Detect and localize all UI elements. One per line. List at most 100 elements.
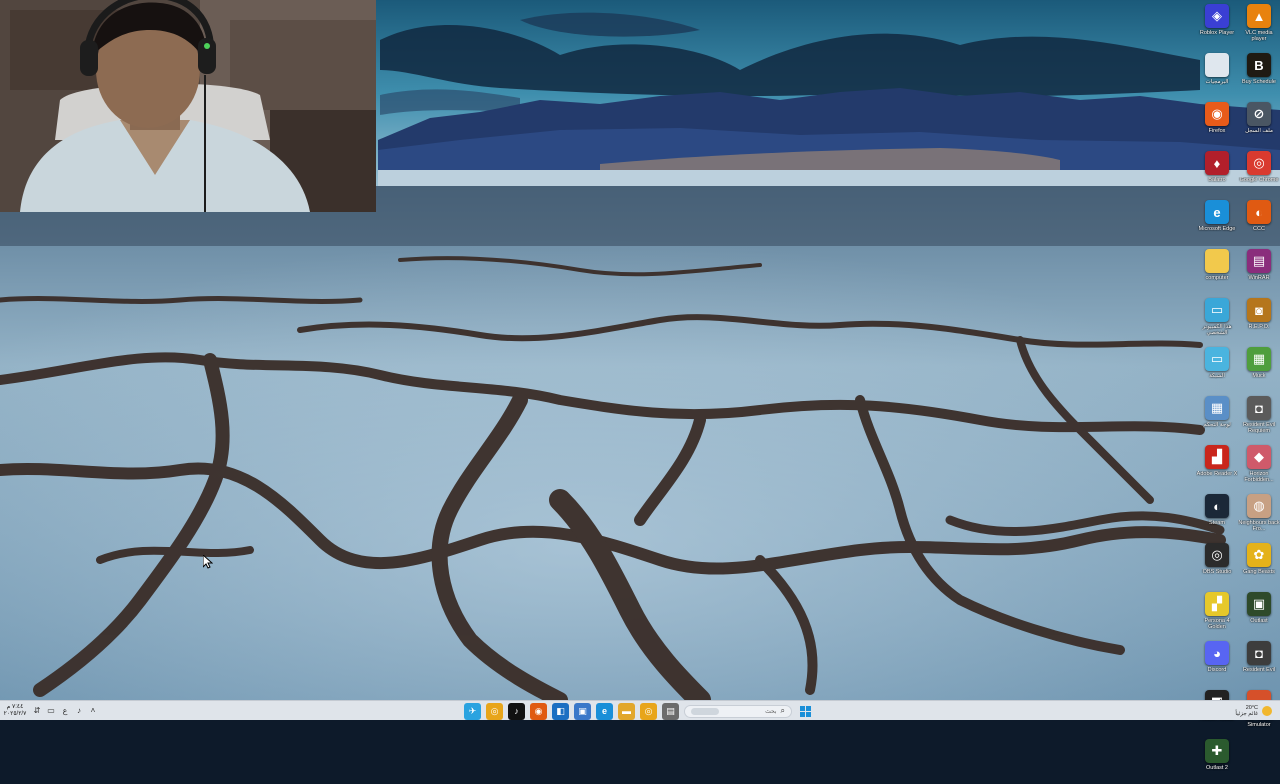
ccleaner-icon: ◐ bbox=[1247, 200, 1271, 224]
taskbar: ٧:٤٤ م ٢٠٢٥/٢/٧ ⇵ ▭ ع ♪ ˄ ✈ ◎ ♪ ◉ ◧ ▣ e ▬ ◎ ▤ بحث ⌕ 2… bbox=[0, 700, 1280, 720]
partly-cloudy-icon bbox=[1262, 706, 1272, 716]
desktop-icon-label: Adobe Reader X bbox=[1196, 471, 1238, 477]
desktop-icon[interactable]: ▲ VLC media player bbox=[1238, 0, 1280, 49]
winrar-icon: ▤ bbox=[1247, 249, 1271, 273]
this-pc-icon: ▭ bbox=[1205, 298, 1229, 322]
resident-evil-icon: ◘ bbox=[1247, 641, 1271, 665]
roblox-player-icon: ◈ bbox=[1205, 4, 1229, 28]
opera-icon[interactable]: ◉ bbox=[530, 702, 547, 720]
vlc-icon: ▲ bbox=[1247, 4, 1271, 28]
desktop-icon-label: Resident Evil bbox=[1242, 667, 1276, 673]
discord-icon: ◕ bbox=[1205, 641, 1229, 665]
chrome-taskbar-2-icon[interactable]: ◎ bbox=[640, 702, 657, 720]
network-icon: ▭ bbox=[1205, 347, 1229, 371]
desktop-icon-label: البرمجيات bbox=[1205, 79, 1229, 85]
clock-time: ٧:٤٤ م bbox=[6, 703, 24, 710]
game-b-icon: B bbox=[1247, 53, 1271, 77]
desktop-icon-label: Gang Beasts bbox=[1243, 569, 1275, 575]
desktop-icon[interactable]: ▭ الشبكة bbox=[1196, 343, 1238, 392]
desktop-icon-label: Google Chrome bbox=[1239, 177, 1279, 183]
desktop-icon[interactable]: ▟ Adobe Reader X bbox=[1196, 441, 1238, 490]
tiktok-icon[interactable]: ♪ bbox=[508, 702, 525, 720]
horizon-icon: ◆ bbox=[1247, 445, 1271, 469]
repo-icon: ◙ bbox=[1247, 298, 1271, 322]
steam-taskbar-icon[interactable]: ◧ bbox=[552, 702, 569, 720]
desktop-icon[interactable]: ▣ Outlast bbox=[1238, 588, 1280, 637]
muck-icon: ▦ bbox=[1247, 347, 1271, 371]
desktop-icon[interactable]: ▤ WinRAR bbox=[1238, 245, 1280, 294]
neighbours-icon: ◍ bbox=[1247, 494, 1271, 518]
language-tray-icon[interactable]: ع bbox=[59, 706, 71, 715]
desktop-icon-label: Neighbours back Fro... bbox=[1238, 520, 1280, 532]
system-tray: ٧:٤٤ م ٢٠٢٥/٢/٧ ⇵ ▭ ع ♪ ˄ bbox=[0, 701, 99, 721]
file-explorer-icon[interactable]: ▬ bbox=[618, 702, 635, 720]
start-button[interactable] bbox=[797, 703, 814, 720]
desktop-icon-label: OBS Studio bbox=[1202, 569, 1232, 575]
desktop-icon[interactable]: ♦ Balatro bbox=[1196, 147, 1238, 196]
desktop-icon[interactable]: ◎ OBS Studio bbox=[1196, 539, 1238, 588]
desktop-icon-label: WinRAR bbox=[1248, 275, 1270, 281]
taskbar-apps: ✈ ◎ ♪ ◉ ◧ ▣ e ▬ ◎ ▤ بحث ⌕ bbox=[464, 701, 814, 721]
desktop-icon-label: Steam bbox=[1209, 520, 1225, 526]
steam-icon: ◐ bbox=[1205, 494, 1229, 518]
telegram-icon[interactable]: ✈ bbox=[464, 702, 481, 720]
desktop-icon[interactable]: ◆ Horizon Forbidden... bbox=[1238, 441, 1280, 490]
chrome-taskbar-icon[interactable]: ◎ bbox=[486, 702, 503, 720]
search-highlight bbox=[691, 707, 719, 715]
desktop-icon[interactable]: ▦ لوحة التحكم bbox=[1196, 392, 1238, 441]
desktop-icon-grid: ◈ Roblox Player ▲ VLC media player البرمجيات… bbox=[1196, 0, 1280, 771]
desktop-icon-label: R.E.P.O. bbox=[1248, 324, 1270, 330]
weather-widget[interactable]: 20°C غائم جزئياً bbox=[1235, 701, 1272, 721]
search-box[interactable]: بحث ⌕ bbox=[684, 704, 792, 718]
battery-tray-icon[interactable]: ▭ bbox=[45, 706, 57, 715]
adobe-reader-icon: ▟ bbox=[1205, 445, 1229, 469]
desktop-icon-label: Microsoft Edge bbox=[1198, 226, 1236, 232]
weather-text: غائم جزئياً bbox=[1235, 711, 1258, 717]
desktop-icon-label: الشبكة bbox=[1209, 373, 1225, 379]
task-view-icon[interactable]: ▤ bbox=[662, 702, 679, 720]
chrome-icon: ◎ bbox=[1247, 151, 1271, 175]
volume-tray-icon[interactable]: ♪ bbox=[73, 706, 85, 715]
desktop-icon[interactable]: ◘ Resident Evil bbox=[1238, 637, 1280, 686]
desktop-icon[interactable]: ▭ هذا الكمبيوتر الشخصي bbox=[1196, 294, 1238, 343]
desktop-icon[interactable]: ◎ Google Chrome bbox=[1238, 147, 1280, 196]
desktop-icon[interactable]: ◘ Resident Evil Requiem bbox=[1238, 392, 1280, 441]
desktop-icon[interactable]: ⊘ ملف السجل bbox=[1238, 98, 1280, 147]
desktop-icon[interactable]: ▦ Muck bbox=[1238, 343, 1280, 392]
webcam-overlay bbox=[0, 0, 376, 212]
desktop-icon[interactable]: ◙ R.E.P.O. bbox=[1238, 294, 1280, 343]
tray-clock[interactable]: ٧:٤٤ م ٢٠٢٥/٢/٧ bbox=[3, 704, 27, 718]
balatro-icon: ♦ bbox=[1205, 151, 1229, 175]
desktop-icon[interactable]: ◕ Discord bbox=[1196, 637, 1238, 686]
desktop-icon[interactable]: computer bbox=[1196, 245, 1238, 294]
control-panel-icon: ▦ bbox=[1205, 396, 1229, 420]
windows-logo-icon bbox=[800, 705, 811, 717]
desktop-icon-label: ملف السجل bbox=[1245, 128, 1273, 134]
desktop-icon-label: Persona 4 Golden bbox=[1204, 618, 1230, 630]
desktop-icon[interactable]: ◉ Firefox bbox=[1196, 98, 1238, 147]
chevron-up-icon[interactable]: ˄ bbox=[87, 706, 99, 715]
network-tray-icon[interactable]: ⇵ bbox=[31, 706, 43, 715]
desktop-icon[interactable]: ✚ Outlast 2 bbox=[1196, 735, 1238, 784]
desktop-icon[interactable]: ▞ Persona 4 Golden bbox=[1196, 588, 1238, 637]
desktop-icon-label: Roblox Player bbox=[1199, 30, 1235, 36]
desktop-icon[interactable]: e Microsoft Edge bbox=[1196, 196, 1238, 245]
desktop-icon[interactable]: ◈ Roblox Player bbox=[1196, 0, 1238, 49]
desktop-icon-label: Buy Schedule bbox=[1242, 79, 1276, 85]
outlast-2-icon: ✚ bbox=[1205, 739, 1229, 763]
desktop-icon-label: Discord bbox=[1207, 667, 1227, 673]
desktop-icon[interactable]: ◍ Neighbours back Fro... bbox=[1238, 490, 1280, 539]
desktop-icon-label: هذا الكمبيوتر الشخصي bbox=[1202, 324, 1232, 336]
desktop-icon-label: Muck bbox=[1252, 373, 1266, 379]
desktop-icon[interactable]: ◐ Steam bbox=[1196, 490, 1238, 539]
store-icon[interactable]: ▣ bbox=[574, 702, 591, 720]
desktop-icon-label: Balatro bbox=[1208, 177, 1226, 183]
desktop-icon[interactable]: ✿ Gang Beasts bbox=[1238, 539, 1280, 588]
edge-taskbar-icon[interactable]: e bbox=[596, 702, 613, 720]
shortcut-icon: ⊘ bbox=[1247, 102, 1271, 126]
desktop-icon[interactable]: B Buy Schedule bbox=[1238, 49, 1280, 98]
desktop-icon-label: Horizon Forbidden... bbox=[1244, 471, 1274, 483]
desktop-icon[interactable]: ◐ CCC bbox=[1238, 196, 1280, 245]
desktop-icon[interactable]: البرمجيات bbox=[1196, 49, 1238, 98]
mouse-cursor bbox=[202, 553, 214, 569]
